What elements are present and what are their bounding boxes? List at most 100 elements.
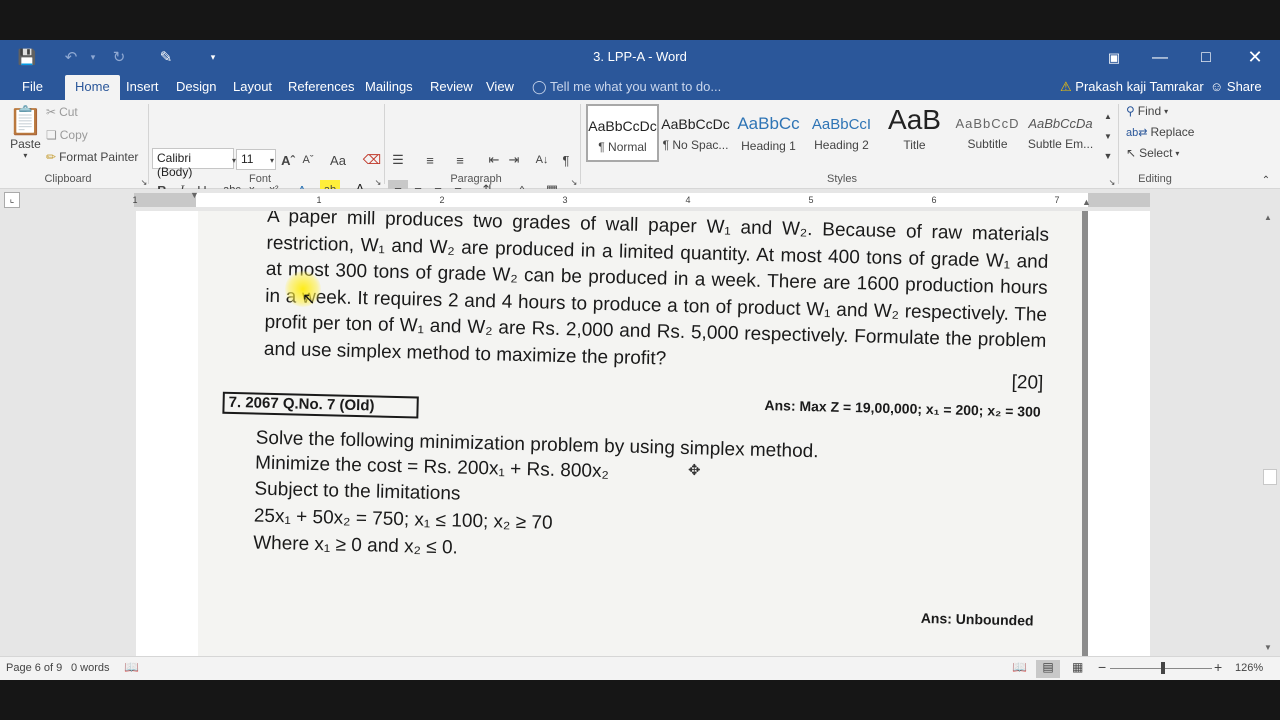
- tab-selector[interactable]: ⌞: [4, 192, 20, 208]
- search-icon: ⚲: [1126, 104, 1135, 118]
- ruler-number: 7: [1054, 195, 1060, 205]
- style-sample: AaBbCcDc: [661, 116, 730, 132]
- web-layout-icon[interactable]: ▦: [1072, 660, 1083, 674]
- ruler-number: 6: [931, 195, 937, 205]
- editing-group-label: Editing: [1138, 173, 1172, 185]
- paintbrush-icon: ✏: [46, 150, 57, 164]
- tab-references[interactable]: References: [286, 75, 356, 100]
- read-mode-icon[interactable]: 📖: [1012, 660, 1027, 674]
- maximize-button[interactable]: □: [1183, 40, 1229, 75]
- tab-layout[interactable]: Layout: [231, 75, 274, 100]
- proofing-icon[interactable]: 📖: [124, 660, 139, 674]
- change-case-icon[interactable]: Aa: [328, 150, 348, 170]
- ruler-number: 2: [439, 195, 445, 205]
- sort-icon[interactable]: A↓: [532, 150, 552, 170]
- vertical-scrollbar[interactable]: ▲ ▼: [1260, 211, 1280, 656]
- decrease-indent-icon[interactable]: ⇤: [484, 150, 504, 170]
- scroll-down-icon[interactable]: ▼: [1264, 643, 1272, 652]
- styles-scroll-up-icon[interactable]: ▲: [1098, 106, 1118, 126]
- customize-toolbar-icon[interactable]: ▾: [200, 46, 226, 68]
- tab-file[interactable]: File: [20, 75, 45, 100]
- format-painter-button[interactable]: ✏ Format Painter: [46, 150, 138, 164]
- style-heading-1[interactable]: AaBbCc Heading 1: [732, 104, 805, 162]
- account-user[interactable]: ⚠ Prakash kaji Tamrakar: [1058, 75, 1206, 100]
- question-7-header: 7. 2067 Q.No. 7 (Old): [222, 391, 419, 419]
- horizontal-ruler[interactable]: 1 1 2 3 4 5 6 7 ▼ ▲: [132, 190, 1150, 207]
- page-count[interactable]: Page 6 of 9: [6, 662, 62, 674]
- tell-me-box[interactable]: ◯ Tell me what you want to do...: [530, 75, 723, 100]
- styles-more-icon[interactable]: ▼: [1098, 146, 1118, 166]
- user-name: Prakash kaji Tamrakar: [1075, 79, 1204, 94]
- ribbon-home: 📋 Paste ▾ ✂ Cut ❏ Copy ✏ Format Painter …: [0, 100, 1280, 200]
- zoom-in-icon[interactable]: +: [1214, 659, 1222, 675]
- style-title[interactable]: AaB Title: [878, 104, 951, 162]
- tab-home[interactable]: Home: [65, 75, 120, 100]
- word-window: 💾 ↶ ▾ ↻ ✎ ▾ 3. LPP-A - Word ▣ — □ ✕ File…: [0, 40, 1280, 680]
- copy-button[interactable]: ❏ Copy: [46, 128, 88, 142]
- print-layout-icon[interactable]: ▤: [1036, 660, 1060, 678]
- ruler-text-area: 1 1 2 3 4 5 6 7: [132, 193, 1088, 207]
- find-label: Find: [1137, 104, 1162, 118]
- style-sample: AaB: [888, 104, 941, 135]
- font-name-select[interactable]: Calibri (Body): [152, 148, 234, 179]
- collapse-ribbon-icon[interactable]: ⌃: [1256, 170, 1276, 190]
- font-group-label: Font: [248, 173, 271, 185]
- paragraph-group-label: Paragraph: [450, 173, 502, 185]
- zoom-slider-thumb[interactable]: [1161, 662, 1165, 674]
- copy-icon: ❏: [46, 128, 57, 142]
- style-sample: AaBbCcDa: [1028, 116, 1093, 131]
- ribbon-display-options-icon[interactable]: ▣: [1091, 40, 1137, 75]
- select-button[interactable]: ↖ Select ▾: [1126, 146, 1179, 160]
- scroll-up-icon[interactable]: ▲: [1264, 213, 1272, 222]
- paste-button[interactable]: 📋 Paste ▾: [8, 104, 43, 160]
- divider: [580, 104, 581, 184]
- increase-indent-icon[interactable]: ⇥: [504, 150, 524, 170]
- style-no-spacing[interactable]: AaBbCcDc ¶ No Spac...: [659, 104, 732, 162]
- style-name: Subtle Em...: [1027, 137, 1094, 151]
- select-dropdown-icon: ▾: [1175, 148, 1180, 158]
- cut-button[interactable]: ✂ Cut: [46, 105, 78, 119]
- question-6-text: A paper mill produces two grades of wall…: [263, 211, 1050, 370]
- tab-insert[interactable]: Insert: [124, 75, 161, 100]
- close-button[interactable]: ✕: [1232, 40, 1278, 75]
- question-7-line: 25x₁ + 50x₂ = 750; x₁ ≤ 100; x₂ ≥ 70: [253, 505, 553, 534]
- multilevel-list-icon[interactable]: ≡: [450, 150, 470, 170]
- right-indent-marker-icon[interactable]: ▲: [1082, 197, 1091, 207]
- touch-mode-icon[interactable]: ✎: [153, 46, 179, 68]
- tab-view[interactable]: View: [484, 75, 516, 100]
- styles-group-label: Styles: [827, 173, 857, 185]
- replace-button[interactable]: ab⇄ Replace: [1126, 125, 1194, 139]
- grow-font-icon[interactable]: Aˆ: [278, 150, 298, 170]
- scanned-image[interactable]: A paper mill produces two grades of wall…: [198, 211, 1088, 656]
- tab-mailings[interactable]: Mailings: [363, 75, 415, 100]
- minimize-button[interactable]: —: [1137, 40, 1183, 75]
- person-icon: ☺: [1210, 79, 1224, 94]
- share-button[interactable]: ☺ Share: [1208, 75, 1264, 100]
- zoom-level[interactable]: 126%: [1235, 662, 1263, 674]
- bullets-icon[interactable]: ☰: [388, 150, 408, 170]
- find-button[interactable]: ⚲ Find ▾: [1126, 104, 1168, 118]
- show-formatting-marks-icon[interactable]: ¶: [556, 150, 576, 170]
- zoom-out-icon[interactable]: −: [1098, 659, 1106, 675]
- undo-dropdown-icon[interactable]: ▾: [80, 46, 106, 68]
- redo-icon[interactable]: ↻: [106, 46, 132, 68]
- clear-formatting-icon[interactable]: ⌫: [362, 150, 382, 170]
- question-7-answer: Ans: Unbounded: [920, 609, 1034, 629]
- word-count[interactable]: 0 words: [71, 662, 110, 674]
- tab-review[interactable]: Review: [428, 75, 475, 100]
- styles-scroll-down-icon[interactable]: ▼: [1098, 126, 1118, 146]
- indent-marker-icon[interactable]: ▼: [190, 190, 199, 200]
- shrink-font-icon[interactable]: Aˇ: [298, 150, 318, 170]
- replace-icon: ab⇄: [1126, 126, 1148, 139]
- scroll-thumb[interactable]: [1263, 469, 1277, 485]
- style-normal[interactable]: AaBbCcDc ¶ Normal: [586, 104, 659, 162]
- copy-label: Copy: [59, 128, 88, 142]
- style-subtitle[interactable]: AaBbCcD Subtitle: [951, 104, 1024, 162]
- tab-design[interactable]: Design: [174, 75, 218, 100]
- style-heading-2[interactable]: AaBbCcI Heading 2: [805, 104, 878, 162]
- save-icon[interactable]: 💾: [14, 46, 40, 68]
- style-subtle-emphasis[interactable]: AaBbCcDa Subtle Em...: [1024, 104, 1097, 162]
- numbering-icon[interactable]: ≡: [420, 150, 440, 170]
- document-page[interactable]: A paper mill produces two grades of wall…: [136, 211, 1150, 656]
- ruler-number: 3: [562, 195, 568, 205]
